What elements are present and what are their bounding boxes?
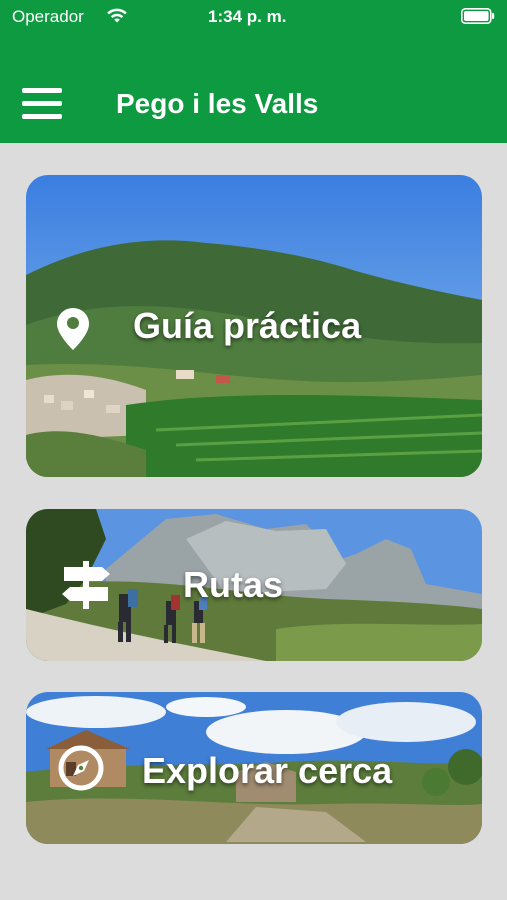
card-label: Rutas xyxy=(183,564,284,605)
page-title: Pego i les Valls xyxy=(116,88,319,119)
status-bar: Operador 1:34 p. m. xyxy=(0,0,507,34)
explorar-cerca-card[interactable]: Explorar cerca xyxy=(26,692,482,844)
hamburger-menu-icon[interactable] xyxy=(22,86,62,122)
battery-icon xyxy=(461,8,495,24)
compass-icon xyxy=(58,745,104,791)
app-header: Operador 1:34 p. m. Pego i les Valls xyxy=(0,0,507,143)
carrier-name: Operador xyxy=(12,7,84,26)
card-label: Guía práctica xyxy=(133,305,362,346)
status-time: 1:34 p. m. xyxy=(208,7,287,26)
rutas-card[interactable]: Rutas xyxy=(26,509,482,661)
wifi-icon xyxy=(107,8,127,23)
guia-practica-card[interactable]: Guía práctica xyxy=(26,175,482,477)
map-pin-icon xyxy=(57,308,89,350)
signpost-icon xyxy=(62,561,110,609)
card-label: Explorar cerca xyxy=(142,750,393,791)
